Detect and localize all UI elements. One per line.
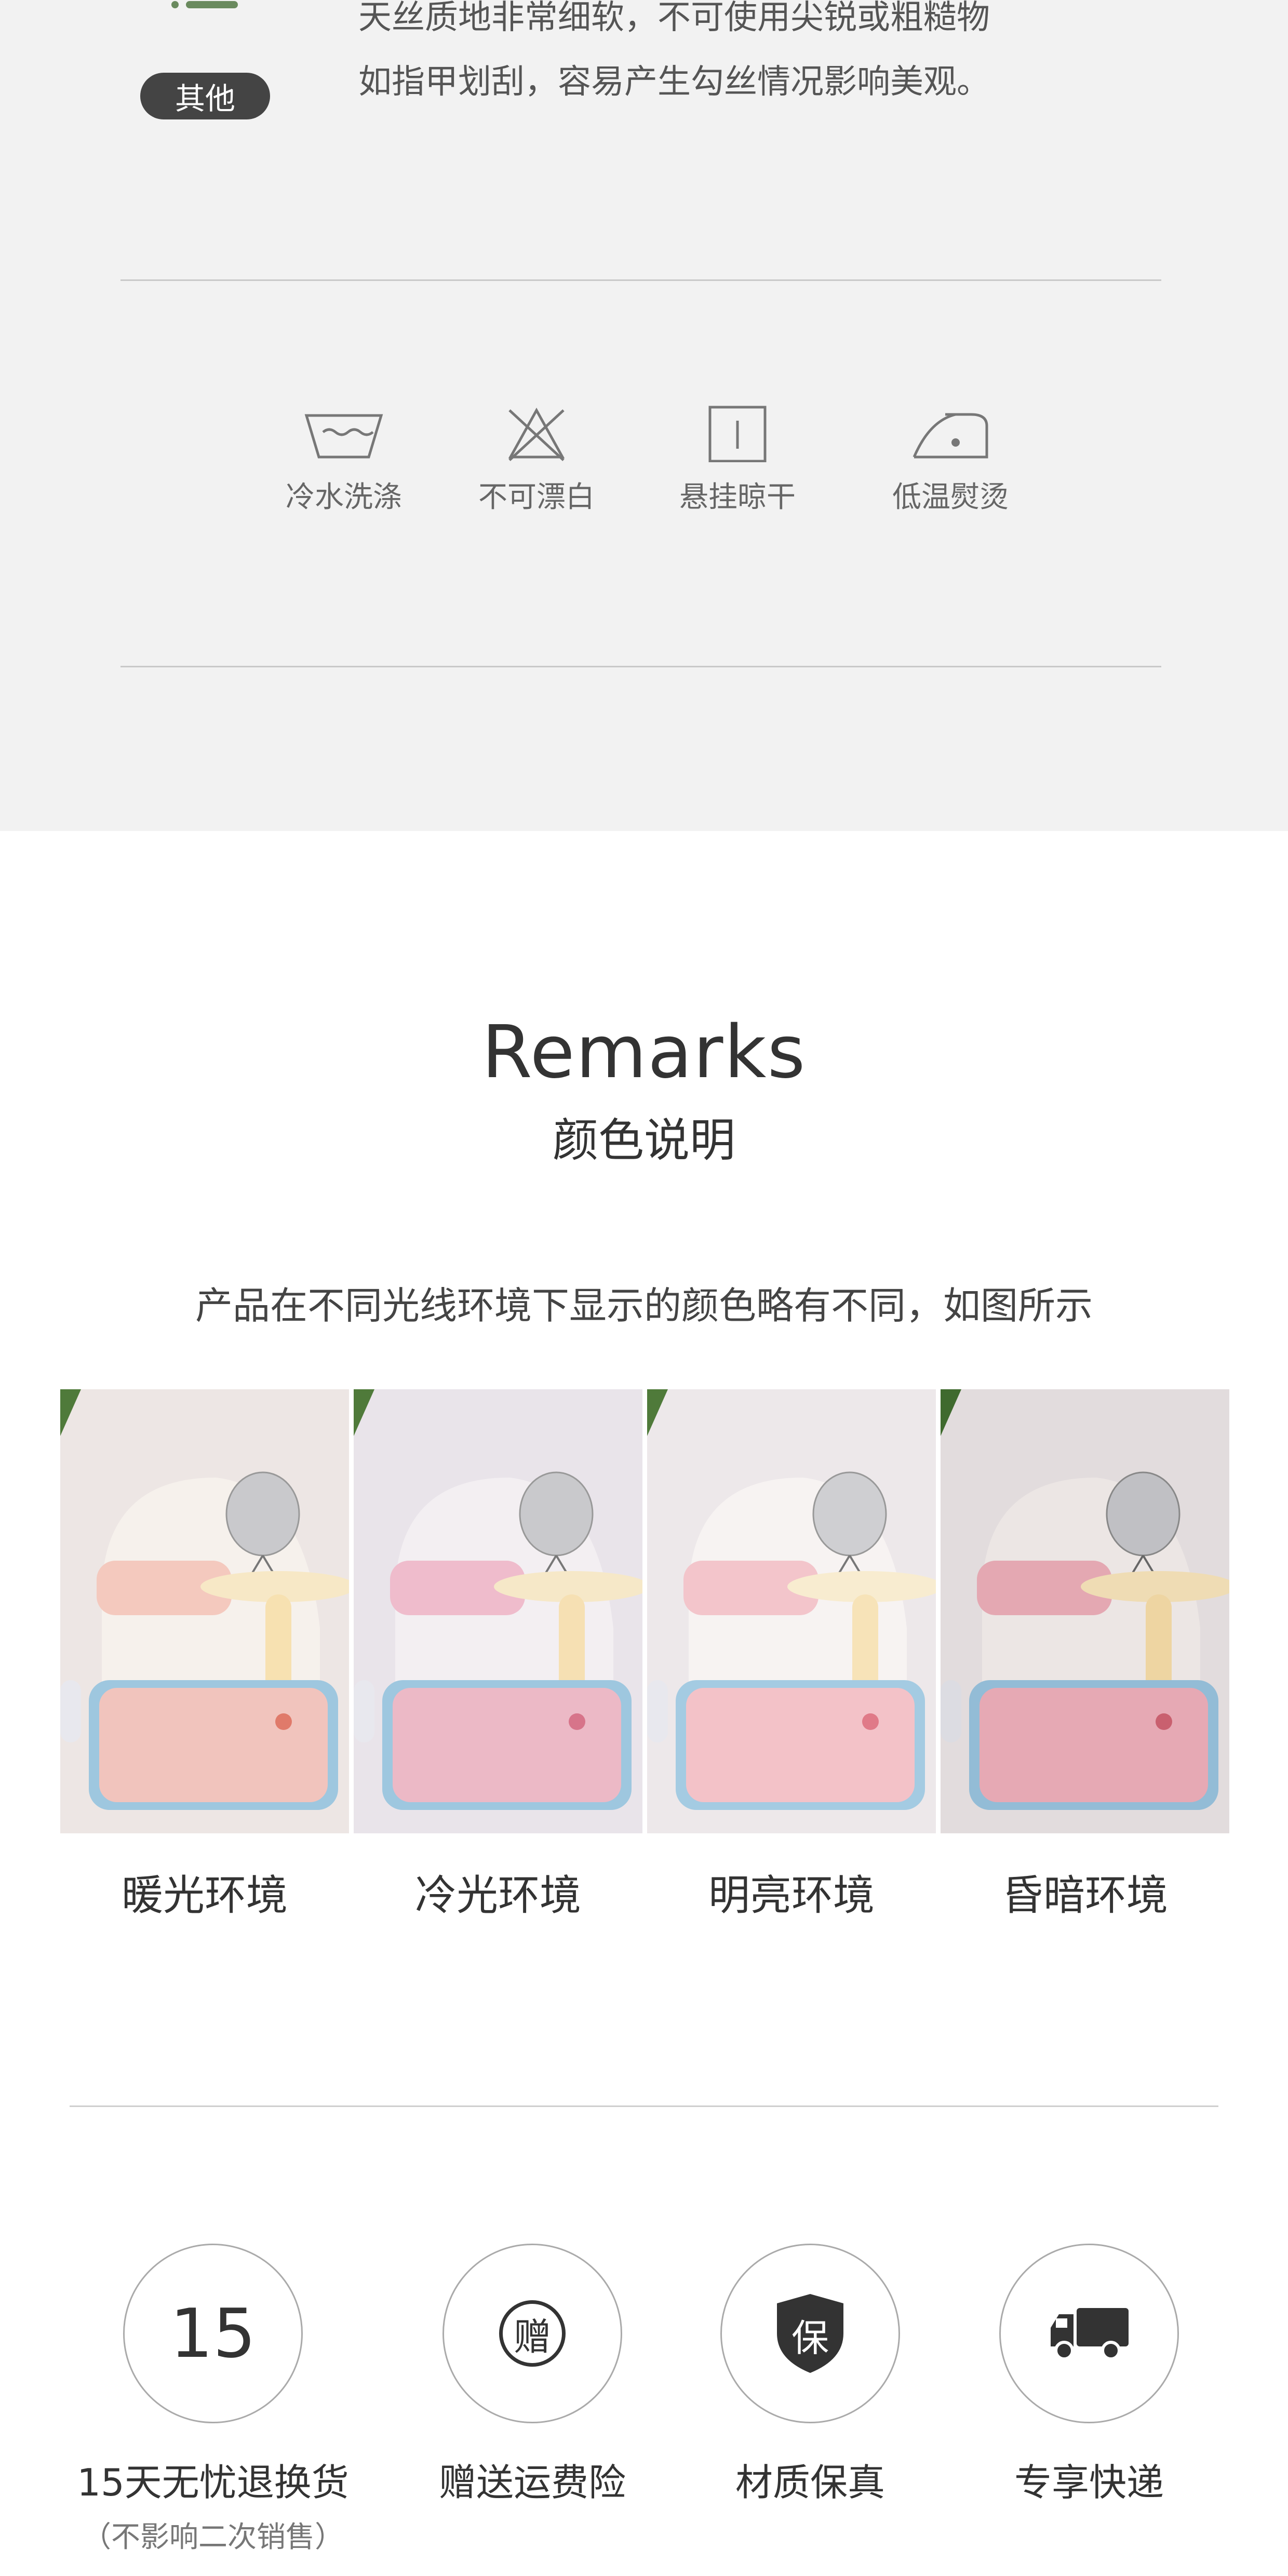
service-title: 专享快递 [1014,2461,1164,2504]
divider [120,279,1161,281]
color-description: 产品在不同光线环境下显示的颜色略有不同，如图所示 [195,1284,1093,1327]
care-item-hang-dry: 悬挂晾干 [660,405,815,516]
truck-icon [1051,2308,1129,2360]
shield-icon: 保 [774,2292,847,2375]
care-item-low-temp-iron: 低温熨烫 [873,405,1028,516]
divider [70,2105,1218,2107]
shield-icon-text: 保 [791,2316,829,2360]
gift-badge-icon: 赠 [499,2300,566,2367]
pillow-photo-image [941,1389,1229,1833]
service-subtitle: （不影响二次销售） [82,2520,344,2554]
service-title: 赠送运费险 [438,2461,626,2504]
photo-bright-light [647,1389,936,1833]
care-note: 天丝质地非常细软，不可使用尖锐或粗糙物 如指甲划刮，容易产生勾丝情况影响美观。 [358,0,1189,114]
env-label-warm: 暖光环境 [122,1871,288,1920]
hang-dry-icon [708,406,767,462]
no-bleach-icon [508,407,565,461]
number-15-icon: 15 [123,2244,303,2423]
service-title: 15天无忧退换货 [77,2461,349,2504]
pillow-photo-image [354,1389,642,1833]
service-shipping-insurance: 赠 赠送运费险 [387,2244,678,2506]
pillow-photo-image [647,1389,936,1833]
care-section: 其他 天丝质地非常细软，不可使用尖锐或粗糙物 如指甲划刮，容易产生勾丝情况影响美… [0,0,1288,831]
remarks-title: Remarks [481,1010,807,1095]
remarks-subtitle: 颜色说明 [552,1113,735,1167]
env-label-cool: 冷光环境 [415,1871,581,1920]
care-label: 冷水洗涤 [286,480,402,514]
care-item-cold-wash: 冷水洗涤 [266,405,422,516]
care-label: 不可漂白 [478,480,595,514]
service-return: 15 15天无忧退换货 （不影响二次销售） [68,2244,358,2556]
care-note-line: 天丝质地非常细软，不可使用尖锐或粗糙物 [358,0,990,37]
service-authentic: 保 材质保真 [665,2244,956,2506]
number-15-icon-text: 15 [170,2294,256,2373]
other-tag: 其他 [140,73,270,119]
low-temp-iron-icon [913,413,988,459]
care-label: 低温熨烫 [892,480,1009,514]
divider [120,666,1161,667]
photo-dim-light [941,1389,1229,1833]
care-label: 悬挂晾干 [679,480,796,514]
wash-basin-icon [304,414,383,459]
gift-badge-icon-text: 赠 [513,2315,551,2359]
service-express: 专享快递 [944,2244,1235,2506]
other-category-icon [171,0,239,9]
env-label-dim: 昏暗环境 [1002,1871,1168,1920]
care-note-line: 如指甲划刮，容易产生勾丝情况影响美观。 [358,63,990,101]
env-label-bright: 明亮环境 [708,1871,875,1920]
care-item-no-bleach: 不可漂白 [459,405,614,516]
photo-cool-light [354,1389,642,1833]
photo-warm-light [60,1389,349,1833]
pillow-photo-image [60,1389,349,1833]
service-title: 材质保真 [735,2461,885,2504]
